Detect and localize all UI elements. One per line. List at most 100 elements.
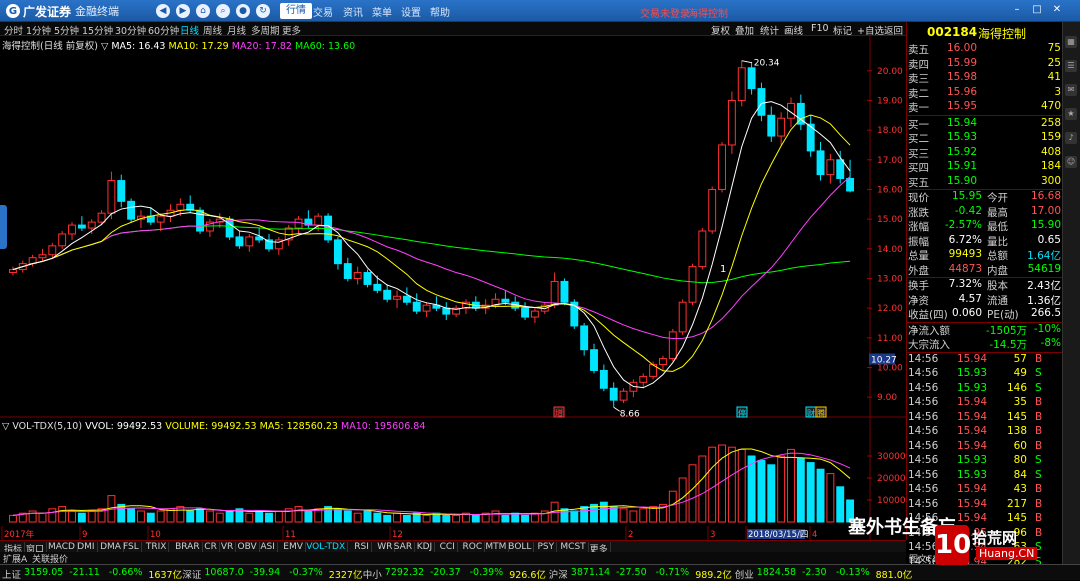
bid-row[interactable]: 买五 15.90 300 bbox=[907, 175, 1063, 190]
ask-row[interactable]: 卖二 15.96 3 bbox=[907, 86, 1063, 101]
indicator-tab[interactable]: EMV bbox=[281, 542, 306, 552]
indicator-tab[interactable]: OBV bbox=[236, 542, 260, 552]
price-tick-label: 12.00 bbox=[877, 304, 903, 314]
maximize-icon[interactable]: □ bbox=[1030, 4, 1044, 16]
period-1min[interactable]: 1分钟 bbox=[26, 23, 51, 37]
sidebar-star-icon[interactable]: ★ bbox=[1065, 108, 1077, 120]
bid-row[interactable]: 买三 15.92 408 bbox=[907, 146, 1063, 161]
period-weekly[interactable]: 周线 bbox=[203, 23, 222, 37]
volume-chart[interactable]: 30000 20000 10000 2017年 9 10 11 12 2 3 2018/03/15/… bbox=[0, 418, 906, 540]
ticker-name[interactable]: 沪深 bbox=[549, 567, 568, 581]
volume-info: ▽ VOL-TDX(5,10) VVOL: 99492.53 VOLUME: 9… bbox=[2, 421, 425, 432]
ticker-name[interactable]: 创业 bbox=[735, 567, 754, 581]
ask-row[interactable]: 卖一 15.95 470 bbox=[907, 100, 1063, 115]
home-icon[interactable]: ⌂ bbox=[196, 4, 210, 18]
search-icon[interactable]: ⌕ bbox=[216, 4, 230, 18]
indicator-tab[interactable]: DMI bbox=[75, 542, 98, 552]
indicator-tab[interactable]: SAR bbox=[392, 542, 416, 552]
forward-icon[interactable]: ▶ bbox=[176, 4, 190, 18]
event-marker-label: 财 bbox=[807, 408, 815, 418]
tool-stats[interactable]: 统计 bbox=[760, 23, 779, 37]
indicator-tab[interactable]: RSI bbox=[352, 542, 372, 552]
tool-adjust[interactable]: 复权 bbox=[711, 23, 730, 37]
tool-mark[interactable]: 标记 bbox=[833, 23, 852, 37]
login-status[interactable]: 交易未登录 bbox=[640, 5, 690, 20]
minimize-icon[interactable]: – bbox=[1010, 4, 1024, 16]
tool-draw[interactable]: 画线 bbox=[784, 23, 803, 37]
tick-price: 15.93 bbox=[956, 468, 987, 481]
ask-row[interactable]: 卖三 15.98 41 bbox=[907, 71, 1063, 86]
left-panel-handle[interactable] bbox=[0, 205, 7, 249]
sidebar-list-icon[interactable]: ☰ bbox=[1065, 60, 1077, 72]
indicator-tab[interactable]: VOL-TDX bbox=[304, 542, 349, 552]
lock-icon[interactable]: ● bbox=[236, 4, 250, 18]
bid-row[interactable]: 买一 15.94 258 bbox=[907, 117, 1063, 132]
ma60-label: MA60: 13.60 bbox=[294, 41, 356, 52]
indicator-tab[interactable]: PSY bbox=[536, 542, 558, 552]
sidebar-news-icon[interactable]: ✉ bbox=[1065, 84, 1077, 96]
volume-bar bbox=[156, 510, 165, 523]
indicator-tab[interactable]: ASI bbox=[258, 542, 278, 552]
menu-help[interactable]: 帮助 bbox=[430, 4, 450, 19]
indicator-tab[interactable]: BRAR bbox=[173, 542, 203, 552]
indicator-tab[interactable]: MACD bbox=[46, 542, 78, 552]
ask-price: 15.99 bbox=[946, 56, 977, 69]
period-daily[interactable]: 日线 bbox=[180, 23, 199, 37]
sidebar-bell-icon[interactable]: ♪ bbox=[1065, 132, 1077, 144]
ticker-pct: -0.37% bbox=[289, 567, 323, 578]
menu-quote[interactable]: 行情 bbox=[280, 3, 312, 19]
ask-price: 16.00 bbox=[946, 42, 977, 54]
sidebar-chart-icon[interactable]: ▦ bbox=[1065, 36, 1077, 48]
close-icon[interactable]: ✕ bbox=[1050, 4, 1064, 16]
period-intraday[interactable]: 分时 bbox=[4, 23, 23, 37]
candle-body bbox=[363, 272, 372, 285]
period-60min[interactable]: 60分钟 bbox=[148, 23, 179, 37]
ask-row[interactable]: 卖五 16.00 75 bbox=[907, 42, 1063, 57]
indicator-tab[interactable]: KDJ bbox=[415, 542, 436, 552]
tool-add-watch[interactable]: +自选 bbox=[857, 23, 884, 37]
candlestick-chart[interactable]: 20.0019.0018.0017.0016.0015.0014.0013.00… bbox=[0, 36, 906, 418]
period-15min[interactable]: 15分钟 bbox=[82, 23, 113, 37]
menu-news[interactable]: 资讯 bbox=[343, 4, 363, 19]
indicator-tab[interactable]: MCST bbox=[558, 542, 589, 552]
tool-f10[interactable]: F10 bbox=[811, 23, 829, 34]
period-more[interactable]: 更多 bbox=[282, 23, 301, 37]
indicator-tab[interactable]: CR bbox=[202, 542, 220, 552]
ticker-name[interactable]: 上证 bbox=[2, 567, 21, 581]
ask-row[interactable]: 卖四 15.99 25 bbox=[907, 57, 1063, 72]
current-stock-link[interactable]: 海得控制 bbox=[688, 5, 728, 20]
indicator-tab[interactable]: ROC bbox=[461, 542, 486, 552]
candle-body bbox=[235, 236, 244, 247]
indicator-tab[interactable]: TRIX bbox=[144, 542, 170, 552]
period-30min[interactable]: 30分钟 bbox=[115, 23, 146, 37]
menu-menu[interactable]: 菜单 bbox=[372, 4, 392, 19]
bid-row[interactable]: 买四 15.91 184 bbox=[907, 160, 1063, 175]
indicator-tab[interactable]: CCI bbox=[438, 542, 458, 552]
candle-body bbox=[688, 266, 697, 303]
ticker-name[interactable]: 中小 bbox=[363, 567, 382, 581]
period-multi[interactable]: 多周期 bbox=[251, 23, 280, 37]
candle-body bbox=[737, 67, 746, 101]
period-5min[interactable]: 5分钟 bbox=[54, 23, 79, 37]
sidebar-user-icon[interactable]: ☺ bbox=[1065, 156, 1077, 168]
refresh-icon[interactable]: ↻ bbox=[256, 4, 270, 18]
brand-name: 广发证券 bbox=[23, 4, 72, 19]
bid-price: 15.94 bbox=[946, 116, 977, 129]
menu-settings[interactable]: 设置 bbox=[401, 4, 421, 19]
indicator-tab[interactable]: FSL bbox=[121, 542, 142, 552]
back-icon[interactable]: ◀ bbox=[156, 4, 170, 18]
tick-row: 14:56 15.94 43 B bbox=[907, 483, 1063, 498]
bid-row[interactable]: 买二 15.93 159 bbox=[907, 131, 1063, 146]
quote-label: 涨幅 bbox=[908, 221, 929, 233]
period-monthly[interactable]: 月线 bbox=[227, 23, 246, 37]
ticker-name[interactable]: 深证 bbox=[182, 567, 201, 581]
tool-return[interactable]: 返回 bbox=[884, 23, 903, 37]
indicator-tab[interactable]: VR bbox=[219, 542, 237, 552]
volume-bar bbox=[205, 510, 214, 523]
quote-row: 换手 7.32% 股本 2.43亿 bbox=[907, 278, 1063, 293]
quote-value: 99493 bbox=[948, 248, 982, 260]
flow-value: -14.5万 bbox=[989, 339, 1027, 351]
menu-trade[interactable]: 交易 bbox=[313, 4, 333, 19]
indicator-tab[interactable]: BOLL bbox=[506, 542, 535, 552]
tool-overlay[interactable]: 叠加 bbox=[735, 23, 754, 37]
